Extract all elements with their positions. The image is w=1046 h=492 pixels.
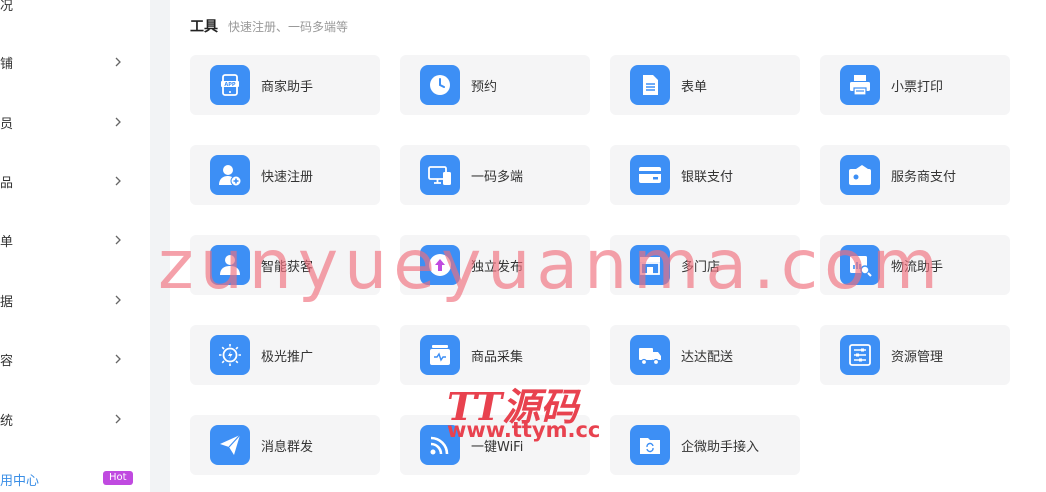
document-icon	[630, 65, 670, 105]
sidebar-item-data[interactable]: 据	[0, 288, 150, 312]
sidebar-item-overview[interactable]: 况	[0, 0, 150, 16]
sidebar-item-app-center[interactable]: 用中心 Hot	[0, 467, 150, 491]
tool-label: 资源管理	[891, 350, 944, 365]
watermark-text: zunyueyuanma.com	[158, 226, 944, 305]
chevron-right-icon	[115, 117, 121, 127]
sidebar-item-label: 统	[0, 414, 14, 429]
sliders-icon	[840, 335, 880, 375]
tool-tile-quick-register[interactable]: 快速注册	[190, 145, 380, 205]
tool-tile-multi-platform[interactable]: 一码多端	[400, 145, 590, 205]
watermark-url: www.ttym.cc	[447, 418, 601, 442]
sidebar-item-goods[interactable]: 品	[0, 169, 150, 193]
sidebar-item-label: 据	[0, 295, 14, 310]
tool-tile-appointment[interactable]: 预约	[400, 55, 590, 115]
clock-icon	[420, 65, 460, 105]
sidebar-item-label: 品	[0, 176, 14, 191]
tool-tile-mass-message[interactable]: 消息群发	[190, 415, 380, 475]
devices-icon	[420, 155, 460, 195]
sidebar-item-label: 单	[0, 235, 14, 250]
chevron-right-icon	[115, 295, 121, 305]
sidebar-item-label: 容	[0, 354, 14, 369]
sidebar-item-label: 况	[0, 0, 14, 14]
tool-label: 小票打印	[891, 80, 944, 95]
section-subtitle: 快速注册、一码多端等	[228, 20, 349, 34]
tool-label: 预约	[471, 80, 498, 95]
app-icon: APP	[210, 65, 250, 105]
tool-label: 快速注册	[261, 170, 314, 185]
sidebar-item-member[interactable]: 员	[0, 110, 150, 134]
tool-tile-receipt-print[interactable]: 小票打印	[820, 55, 1010, 115]
hot-badge: Hot	[103, 471, 133, 485]
aurora-icon	[210, 335, 250, 375]
tool-label: 商家助手	[261, 80, 314, 95]
user-add-icon	[210, 155, 250, 195]
truck-icon	[630, 335, 670, 375]
wallet-icon	[840, 155, 880, 195]
sidebar-item-content[interactable]: 容	[0, 347, 150, 371]
tool-tile-merchant-assistant[interactable]: APP 商家助手	[190, 55, 380, 115]
tool-label: 银联支付	[681, 170, 734, 185]
tool-label: 消息群发	[261, 440, 314, 455]
tool-tile-unionpay[interactable]: 银联支付	[610, 145, 800, 205]
tool-tile-provider-pay[interactable]: 服务商支付	[820, 145, 1010, 205]
sidebar-item-system[interactable]: 统	[0, 407, 150, 431]
section-title: 工具	[190, 19, 218, 35]
section-header: 工具 快速注册、一码多端等	[190, 16, 348, 36]
tool-label: 一码多端	[471, 170, 524, 185]
sidebar-item-shop[interactable]: 铺	[0, 50, 150, 74]
tool-label: 达达配送	[681, 350, 734, 365]
folder-sync-icon	[630, 425, 670, 465]
chevron-right-icon	[115, 176, 121, 186]
tool-tile-resource-manage[interactable]: 资源管理	[820, 325, 1010, 385]
svg-text:APP: APP	[224, 82, 236, 88]
printer-icon	[840, 65, 880, 105]
tool-tile-form[interactable]: 表单	[610, 55, 800, 115]
tool-label: 企微助手接入	[681, 440, 760, 455]
chevron-right-icon	[115, 354, 121, 364]
tool-label: 极光推广	[261, 350, 314, 365]
sidebar-item-label: 铺	[0, 57, 14, 72]
tool-tile-wecom-assistant[interactable]: 企微助手接入	[610, 415, 800, 475]
sidebar: 况 铺 员 品 单 据 容 统 用中心 Hot	[0, 0, 150, 492]
sidebar-item-label: 员	[0, 117, 14, 132]
card-icon	[630, 155, 670, 195]
chevron-right-icon	[115, 57, 121, 67]
sidebar-item-label: 用中心	[0, 474, 40, 489]
collect-icon	[420, 335, 460, 375]
chevron-right-icon	[115, 414, 121, 424]
sidebar-item-order[interactable]: 单	[0, 228, 150, 252]
send-icon	[210, 425, 250, 465]
tool-tile-aurora-promo[interactable]: 极光推广	[190, 325, 380, 385]
tool-tile-dada-delivery[interactable]: 达达配送	[610, 325, 800, 385]
tool-label: 服务商支付	[891, 170, 957, 185]
tool-label: 表单	[681, 80, 708, 95]
tool-label: 商品采集	[471, 350, 524, 365]
chevron-right-icon	[115, 235, 121, 245]
